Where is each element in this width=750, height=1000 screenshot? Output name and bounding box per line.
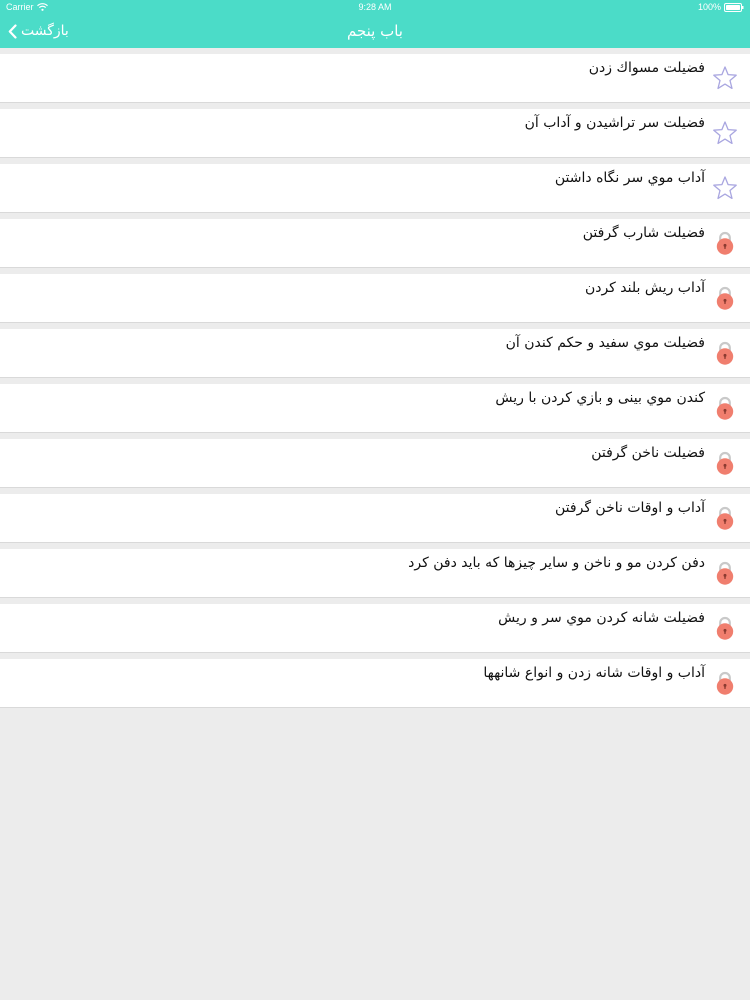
list-item-label: فضيلت مسواك زدن <box>588 60 705 76</box>
list-item[interactable]: آداب ريش بلند كردن <box>0 274 750 322</box>
list-item-label: فضيلت موي سفيد و حكم كندن آن <box>505 335 705 351</box>
lock-icon <box>712 340 738 366</box>
battery-percent: 100% <box>697 2 721 12</box>
status-time: 9:28 AM <box>358 2 392 12</box>
list-item[interactable]: دفن كردن مو و ناخن و ساير چيزها كه بايد … <box>0 549 750 597</box>
chapter-list: فضيلت مسواك زدن فضيلت سر تراشيدن و آداب … <box>0 54 750 714</box>
list-item-label: آداب و اوقات ناخن گرفتن <box>555 500 705 516</box>
list-item[interactable]: فضيلت شارب گرفتن <box>0 219 750 267</box>
list-item-label: فضيلت سر تراشيدن و آداب آن <box>524 115 705 131</box>
lock-icon <box>712 230 738 256</box>
star-icon <box>712 120 738 146</box>
list-item-label: كندن موي بينى و بازي كردن با ريش <box>495 390 705 406</box>
chevron-left-icon <box>8 23 17 39</box>
lock-icon <box>712 615 738 641</box>
navigation-bar: بازگشت باب پنجم <box>0 14 750 48</box>
lock-icon <box>712 285 738 311</box>
status-right: 100% <box>698 2 744 12</box>
list-item[interactable]: فضيلت شانه كردن موي سر و ريش <box>0 604 750 652</box>
back-button[interactable]: بازگشت <box>8 20 69 42</box>
list-item-label: آداب و اوقات شانه زدن و انواع شانهها <box>483 665 705 681</box>
star-icon <box>712 175 738 201</box>
lock-icon <box>712 395 738 421</box>
list-item[interactable]: فضيلت ناخن گرفتن <box>0 439 750 487</box>
lock-icon <box>712 505 738 531</box>
status-bar: Carrier 9:28 AM 100% <box>0 0 750 14</box>
lock-icon <box>712 560 738 586</box>
list-item-label: فضيلت ناخن گرفتن <box>591 445 705 461</box>
list-item[interactable]: آداب و اوقات ناخن گرفتن <box>0 494 750 542</box>
list-item-label: آداب ريش بلند كردن <box>584 280 705 296</box>
screen: Carrier 9:28 AM 100% بازگشت باب پنجم فضي… <box>0 0 750 1000</box>
list-item[interactable]: فضيلت موي سفيد و حكم كندن آن <box>0 329 750 377</box>
list-item[interactable]: كندن موي بينى و بازي كردن با ريش <box>0 384 750 432</box>
list-item[interactable]: فضيلت مسواك زدن <box>0 54 750 102</box>
list-item-label: فضيلت شارب گرفتن <box>582 225 705 241</box>
lock-icon <box>712 670 738 696</box>
list-item-label: آداب موي سر نگاه داشتن <box>554 170 705 186</box>
list-item-label: فضيلت شانه كردن موي سر و ريش <box>498 610 705 626</box>
page-title: باب پنجم <box>346 22 403 40</box>
lock-icon <box>712 450 738 476</box>
list-item-label: دفن كردن مو و ناخن و ساير چيزها كه بايد … <box>408 555 705 571</box>
list-item[interactable]: آداب و اوقات شانه زدن و انواع شانهها <box>0 659 750 707</box>
list-item[interactable]: فضيلت سر تراشيدن و آداب آن <box>0 109 750 157</box>
star-icon <box>712 65 738 91</box>
list-item[interactable]: آداب موي سر نگاه داشتن <box>0 164 750 212</box>
back-label: بازگشت <box>21 23 69 39</box>
battery-icon <box>724 2 744 12</box>
